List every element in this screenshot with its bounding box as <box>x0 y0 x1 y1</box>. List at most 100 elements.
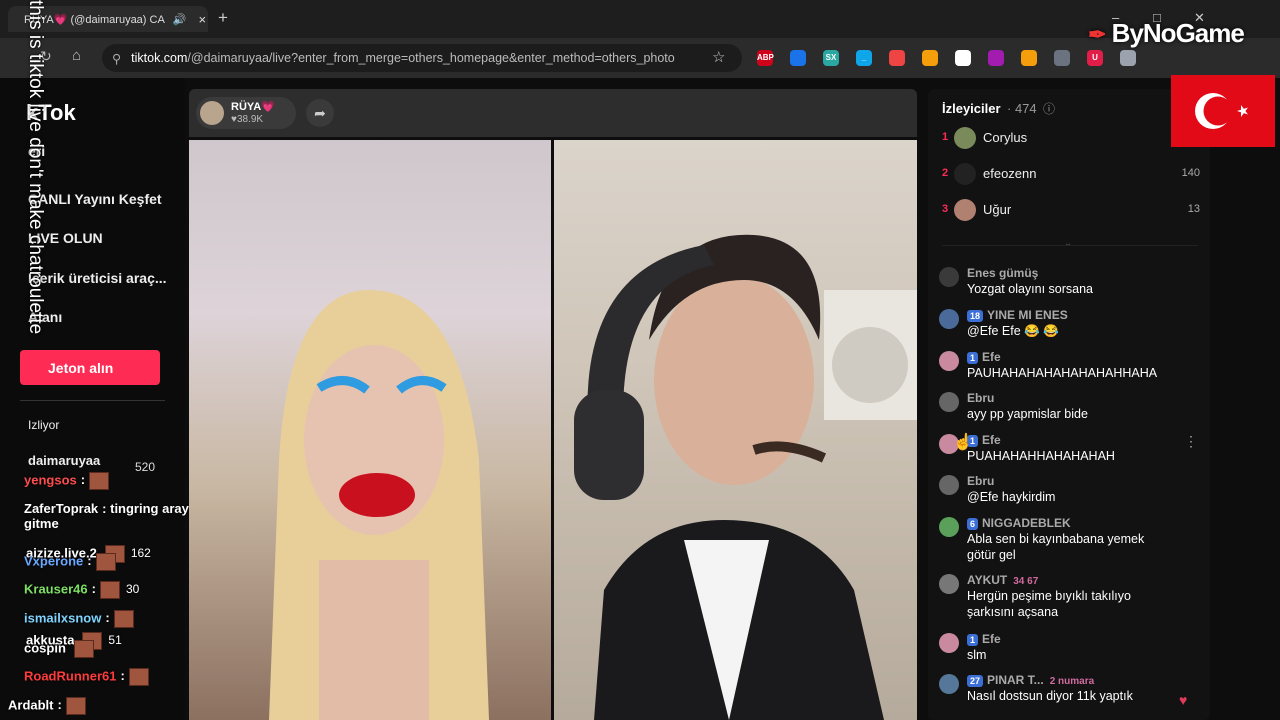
share-button[interactable]: ➦ <box>306 99 334 127</box>
viewer-name[interactable]: efeozenn <box>983 166 1037 181</box>
comment-text: Yozgat olayını sorsana <box>967 282 1094 296</box>
host-likes: ♥38.9K <box>231 114 264 125</box>
commenter-avatar[interactable] <box>939 267 959 287</box>
viewer-rank: 2 <box>942 167 949 179</box>
sidebar-account-count: 520 <box>135 460 156 474</box>
brand-name: ByNoGame <box>1111 18 1245 48</box>
viewer-rank: 1 <box>942 131 949 143</box>
overlay-chat-count: 162 <box>130 546 151 561</box>
commenter-name[interactable]: AYKUT 34 67 <box>967 573 1038 587</box>
viewer-name[interactable]: Uğur <box>983 202 1011 217</box>
overlay-chat-name: Vxperone <box>24 553 84 569</box>
overlay-chat-row: Krauser46: 30 <box>24 581 139 599</box>
emote-icon <box>99 581 120 599</box>
overlay-chat-name: Krauser46 <box>24 581 88 597</box>
new-tab-button[interactable]: + <box>218 8 228 28</box>
get-coins-label: Jeton alın <box>48 359 114 376</box>
commenter-name-text: Ebru <box>967 474 995 488</box>
commenter-avatar[interactable] <box>939 574 959 594</box>
commenter-avatar[interactable] <box>939 351 959 371</box>
sidebar-item-creator-tools[interactable]: Içerik üreticisi araç... <box>28 270 167 286</box>
chevron-down-icon[interactable]: ⌄ <box>1064 238 1072 249</box>
extension-icon[interactable] <box>1054 50 1070 66</box>
url-path: /@daimaruyaa/live?enter_from_merge=other… <box>187 51 675 65</box>
extension-icon[interactable] <box>889 50 905 66</box>
commenter-avatar[interactable] <box>939 517 959 537</box>
tab-close-icon[interactable]: × <box>199 12 207 27</box>
live-header <box>189 89 917 137</box>
viewer-avatar[interactable] <box>954 127 976 149</box>
commenter-name-text: PINAR T... <box>987 673 1044 687</box>
level-badge: 1 <box>967 634 979 646</box>
overlay-chat-name: Ardablt <box>8 697 54 713</box>
commenter-avatar[interactable] <box>939 475 959 495</box>
extension-icon[interactable]: SX <box>823 50 839 66</box>
comment-text: @Efe haykirdim <box>967 490 1056 504</box>
comment-more-icon[interactable]: ⋮ <box>1184 433 1198 450</box>
emote-icon <box>73 640 94 658</box>
level-badge: 6 <box>967 518 979 530</box>
audio-icon[interactable]: 🔊 <box>173 13 187 26</box>
video-left-cohost[interactable] <box>189 140 551 720</box>
extension-icon[interactable] <box>1120 50 1136 66</box>
overlay-chat-text: : <box>120 668 125 684</box>
heart-icon: ♥ <box>1179 692 1188 708</box>
neck-shape <box>319 560 429 720</box>
commenter-name-text: Enes gümüş <box>967 266 1039 280</box>
commenter-name[interactable]: 27 PINAR T... 2 numara <box>967 673 1094 687</box>
commenter-name-text: Efe <box>982 433 1001 447</box>
info-icon[interactable]: ⓘ <box>1043 100 1055 117</box>
home-icon[interactable]: ⌂ <box>72 47 81 64</box>
overlay-chat-name: yengsos <box>24 472 77 488</box>
viewers-title: İzleyiciler <box>942 101 1001 116</box>
commenter-name[interactable]: 1 Efe <box>967 350 1001 364</box>
viewers-count: · 474 <box>1007 101 1037 116</box>
extension-icon[interactable] <box>922 50 938 66</box>
commenter-extra-badge: 34 67 <box>1013 576 1039 587</box>
url-domain: tiktok.com <box>131 51 188 65</box>
video-right-host[interactable] <box>554 140 917 720</box>
extension-icon[interactable] <box>1021 50 1037 66</box>
commenter-name-text: Ebru <box>967 391 995 405</box>
mouse-cursor-icon: ☝ <box>953 434 973 451</box>
commenter-name[interactable]: Ebru <box>967 474 994 488</box>
commenter-name[interactable]: 1 Efe <box>967 632 1001 646</box>
commenter-extra-badge: 2 numara <box>1049 676 1095 687</box>
extension-icon[interactable] <box>790 50 806 66</box>
viewer-score: 140 <box>1181 167 1200 179</box>
level-badge: 18 <box>967 310 984 322</box>
emote-icon <box>89 472 110 490</box>
commenter-name[interactable]: 18 YINE MI ENES <box>967 308 1068 322</box>
commenter-name-text: NIGGADEBLEK <box>982 516 1071 530</box>
level-badge: 1 <box>967 352 979 364</box>
vertical-overlay-text: this is tiktok live don't make chatroule… <box>25 0 46 335</box>
viewer-avatar[interactable] <box>954 199 976 221</box>
overlay-chat-row: Vxperone: <box>24 553 116 571</box>
overlay-chat-text: : <box>80 472 86 488</box>
washer-door-shape <box>832 327 908 403</box>
commenter-avatar[interactable] <box>939 674 959 694</box>
commenter-name[interactable]: 6 NIGGADEBLEK <box>967 516 1071 530</box>
host-avatar[interactable] <box>200 101 224 125</box>
extension-icon[interactable]: ABP <box>757 50 774 66</box>
site-info-icon[interactable]: ⚲ <box>112 51 121 66</box>
commenter-avatar[interactable] <box>939 392 959 412</box>
viewer-avatar[interactable] <box>954 163 976 185</box>
comment-text-line2: götür gel <box>967 548 1016 562</box>
commenter-name[interactable]: Enes gümüş <box>967 266 1038 280</box>
extension-icon[interactable]: U <box>1087 50 1103 66</box>
extension-icon[interactable]: _ <box>856 50 872 66</box>
overlay-chat-name: ismailxsnow <box>24 610 102 626</box>
extension-icon[interactable] <box>955 50 971 66</box>
bookmark-star-icon[interactable]: ☆ <box>712 48 725 66</box>
commenter-avatar[interactable] <box>939 633 959 653</box>
commenter-avatar[interactable] <box>939 309 959 329</box>
viewer-name[interactable]: Corylus <box>983 130 1027 145</box>
address-bar[interactable]: ⚲ tiktok.com/@daimaruyaa/live?enter_from… <box>102 44 742 72</box>
sidebar-item-explore-live[interactable]: CANLI Yayını Keşfet <box>28 191 162 207</box>
extension-icon[interactable] <box>988 50 1004 66</box>
overlay-chat-row: Ardablt: <box>8 697 86 715</box>
commenter-name[interactable]: Ebru <box>967 391 994 405</box>
host-right-figure <box>574 234 917 720</box>
brand-feather-icon: ✒ <box>1088 22 1106 47</box>
